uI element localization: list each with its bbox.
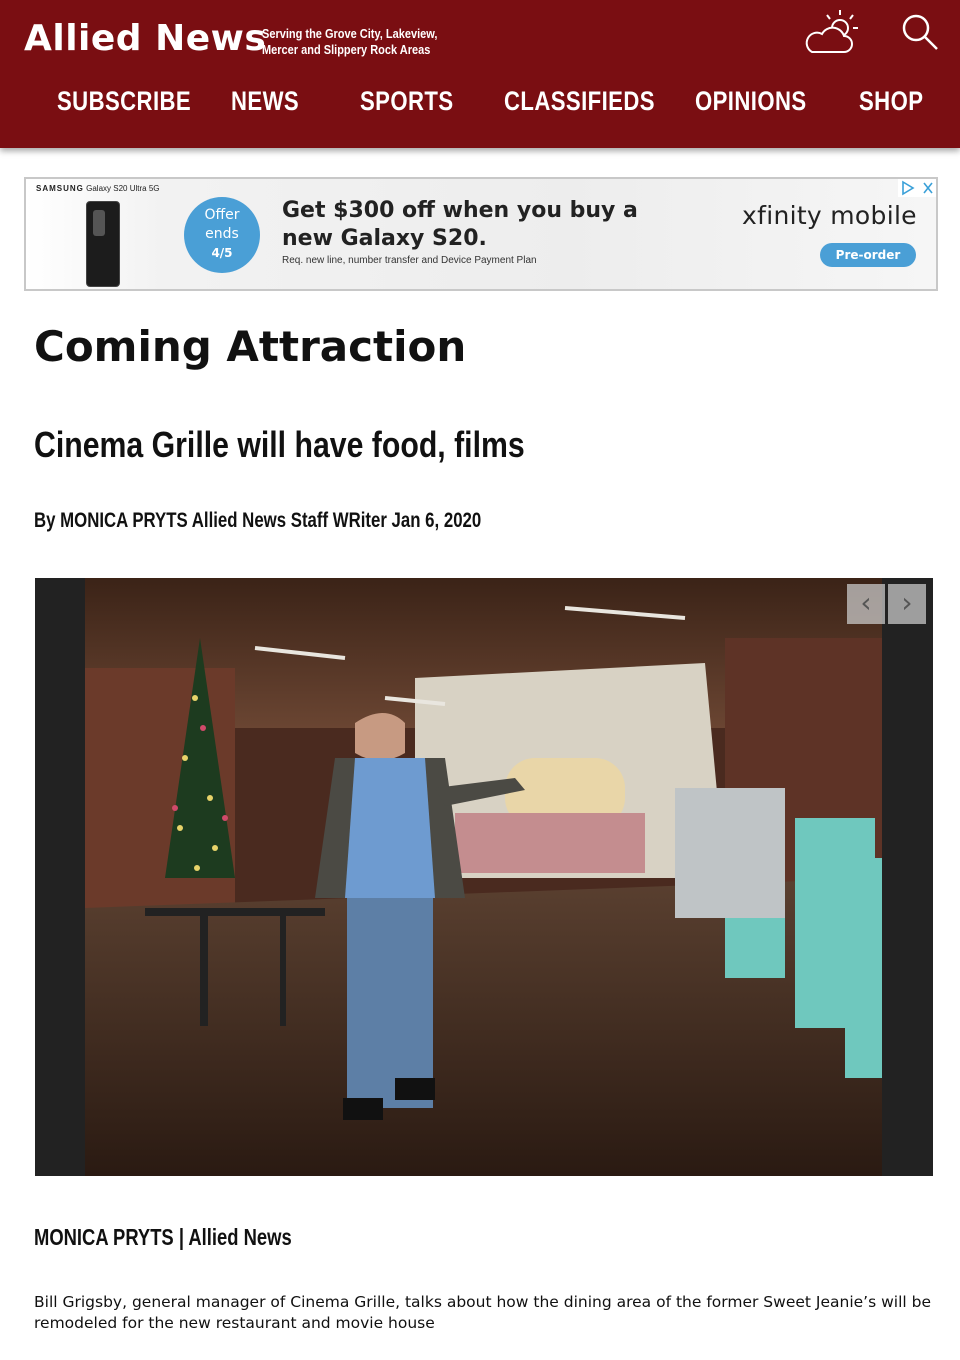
ad-offer-date: 4/5 (211, 246, 233, 260)
ad-brand: SAMSUNG Galaxy S20 Ultra 5G (36, 184, 160, 193)
search-icon[interactable] (900, 12, 940, 52)
article-photo (85, 578, 882, 1176)
partly-cloudy-icon[interactable] (800, 6, 864, 58)
chevron-right-icon[interactable]: › (888, 584, 926, 624)
nav-subscribe[interactable]: SUBSCRIBE (57, 86, 191, 117)
photo-caption: Bill Grigsby, general manager of Cinema … (34, 1293, 931, 1332)
site-header: Allied News Serving the Grove City, Lake… (0, 0, 960, 148)
article-byline: By MONICA PRYTS Allied News Staff WRiter… (34, 509, 481, 533)
byline-author[interactable]: MONICA PRYTS (60, 509, 188, 532)
byline-author-title: Allied News Staff WRiter (191, 509, 387, 532)
ad-offer-line2: ends (205, 226, 239, 242)
byline-prefix: By (34, 509, 56, 532)
section-title: Coming Attraction (34, 322, 467, 371)
ad-brand-prefix: SAMSUNG (36, 184, 84, 193)
article-headline: Cinema Grille will have food, films (34, 424, 525, 465)
nav-opinions[interactable]: OPINIONS (695, 86, 807, 117)
nav-shop[interactable]: SHOP (859, 86, 923, 117)
ad-preorder-button[interactable]: Pre-order (820, 243, 916, 267)
photo-gallery[interactable]: ‹ › (35, 578, 933, 1176)
ad-brand-model: Galaxy S20 Ultra 5G (86, 184, 160, 193)
ad-offer-line1: Offer (204, 207, 240, 223)
chevron-left-icon[interactable]: ‹ (847, 584, 885, 624)
nav-news[interactable]: NEWS (231, 86, 299, 117)
ad-fine-print: Req. new line, number transfer and Devic… (282, 255, 537, 266)
nav-sports[interactable]: SPORTS (360, 86, 454, 117)
main-nav: SUBSCRIBE NEWS SPORTS CLASSIFIEDS OPINIO… (0, 86, 960, 134)
site-logo[interactable]: Allied News (24, 18, 266, 59)
ad-offer-badge: Offer ends 4/5 (184, 197, 260, 273)
ad-choices-icon[interactable] (898, 179, 936, 197)
advertisement-banner[interactable]: SAMSUNG Galaxy S20 Ultra 5G Offer ends 4… (24, 177, 938, 291)
site-tagline: Serving the Grove City, Lakeview, Mercer… (262, 27, 438, 57)
byline-date: Jan 6, 2020 (391, 509, 482, 532)
phone-image (86, 201, 120, 287)
nav-classifieds[interactable]: CLASSIFIEDS (504, 86, 655, 117)
photo-credit: MONICA PRYTS | Allied News (34, 1224, 292, 1250)
ad-headline: Get $300 off when you buy a new Galaxy S… (282, 198, 638, 251)
ad-advertiser-logo: xfinity mobile (742, 201, 917, 230)
